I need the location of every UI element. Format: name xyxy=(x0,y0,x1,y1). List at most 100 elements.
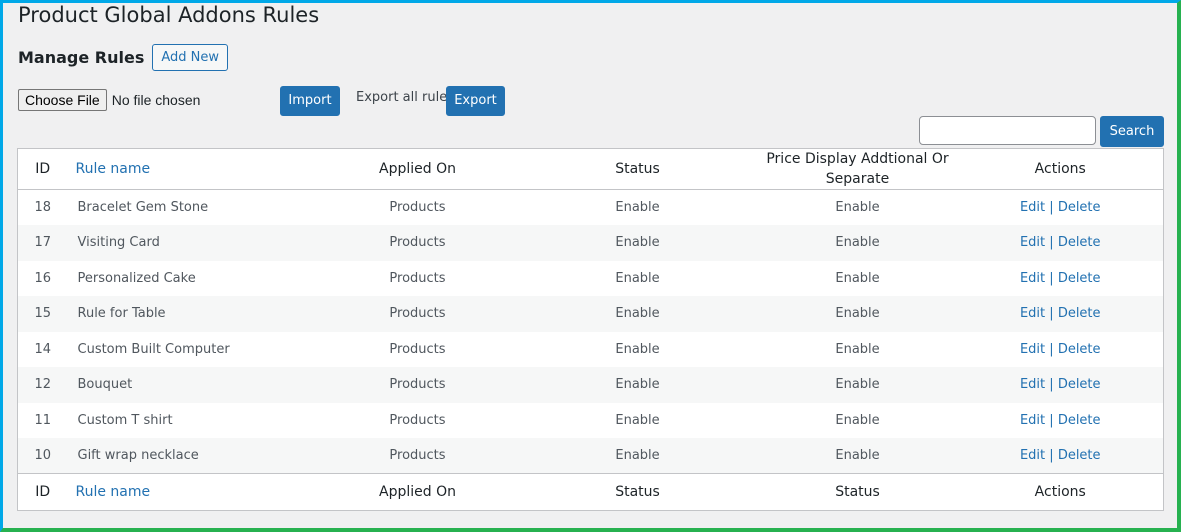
action-separator: | xyxy=(1049,341,1054,357)
table-footer-row: ID Rule name Applied On Status Status Ac… xyxy=(17,473,1164,511)
table-row: 12 Bouquet Products Enable Enable Edit | Dele… xyxy=(17,367,1164,403)
action-separator: | xyxy=(1049,200,1054,215)
column-header-rule-name[interactable]: Rule name xyxy=(67,148,318,190)
delete-link[interactable]: Delete xyxy=(1058,448,1101,463)
column-footer-id: ID xyxy=(17,473,68,511)
export-description: Export all rules. xyxy=(356,90,459,105)
delete-link[interactable]: Delete xyxy=(1058,235,1101,250)
rule-id: 11 xyxy=(34,412,52,428)
column-footer-applied-on: Applied On xyxy=(317,473,518,511)
delete-link[interactable]: Delete xyxy=(1058,200,1101,215)
rule-price-display: Enable xyxy=(835,412,880,428)
rule-name: Custom Built Computer xyxy=(77,341,230,357)
rule-actions: Edit | Delete xyxy=(958,403,1164,439)
rule-status: Enable xyxy=(615,200,660,215)
table-header-row: ID Rule name Applied On Status Price Dis… xyxy=(17,148,1164,190)
rule-applied-on: Products xyxy=(389,412,446,428)
edit-link[interactable]: Edit xyxy=(1020,271,1045,286)
rule-applied-on: Products xyxy=(389,341,446,357)
edit-link[interactable]: Edit xyxy=(1020,342,1045,357)
sort-rule-name-link[interactable]: Rule name xyxy=(76,161,151,177)
choose-file-button[interactable]: Choose File xyxy=(18,89,107,111)
rule-status: Enable xyxy=(517,296,758,332)
rule-price-display: Enable xyxy=(835,200,880,215)
file-status: No file chosen xyxy=(111,92,201,108)
rule-name: Rule for Table xyxy=(67,296,318,332)
column-header-status: Status xyxy=(517,148,758,190)
edit-link[interactable]: Edit xyxy=(1020,448,1045,463)
rule-applied-on: Products xyxy=(389,200,446,215)
rule-name: Bracelet Gem Stone xyxy=(77,200,209,215)
delete-link[interactable]: Delete xyxy=(1058,342,1101,357)
add-new-button[interactable]: Add New xyxy=(152,44,229,71)
rule-price-display: Enable xyxy=(757,296,958,332)
rule-actions: Edit | Delete xyxy=(958,332,1164,368)
column-footer-actions: Actions xyxy=(957,473,1164,511)
manage-rules-header: Manage Rules Add New xyxy=(18,44,229,71)
rule-id: 18 xyxy=(34,200,52,215)
rule-id: 10 xyxy=(17,438,68,474)
rule-id: 15 xyxy=(17,296,68,332)
rule-status: Enable xyxy=(615,412,660,428)
column-header-price-display: Price Display Addtional Or Separate xyxy=(757,148,958,190)
rule-applied-on: Products xyxy=(317,438,518,474)
table-row: 18 Bracelet Gem Stone Products Enable Enable… xyxy=(18,190,1164,226)
action-separator: | xyxy=(1049,448,1054,463)
action-separator: | xyxy=(1049,270,1054,286)
rule-name: Custom T shirt xyxy=(77,412,173,428)
rule-actions: Edit | Delete xyxy=(957,296,1164,332)
column-header-id: ID xyxy=(17,148,68,190)
column-footer-price-display: Status xyxy=(757,473,958,511)
action-separator: | xyxy=(1049,306,1054,322)
delete-link[interactable]: Delete xyxy=(1058,271,1101,286)
rule-applied-on: Products xyxy=(317,296,518,332)
action-separator: | xyxy=(1049,235,1054,251)
table-row: 16 Personalized Cake Products Enable Enable E… xyxy=(18,261,1164,297)
column-header-actions: Actions xyxy=(957,148,1164,190)
rule-id: 12 xyxy=(17,367,68,403)
rule-status: Enable xyxy=(517,225,758,261)
search-input[interactable] xyxy=(919,116,1096,145)
rule-applied-on: Products xyxy=(317,367,518,403)
column-footer-rule-name[interactable]: Rule name xyxy=(67,473,318,511)
edit-link[interactable]: Edit xyxy=(1020,377,1045,392)
rule-price-display: Enable xyxy=(835,270,880,286)
table-row: 14 Custom Built Computer Products Enable Ena… xyxy=(18,332,1164,368)
rule-actions: Edit | Delete xyxy=(958,190,1164,226)
rule-price-display: Enable xyxy=(757,367,958,403)
manage-rules-title: Manage Rules xyxy=(18,48,145,67)
file-upload: Choose File No file chosen xyxy=(18,89,200,111)
rule-status: Enable xyxy=(517,367,758,403)
delete-link[interactable]: Delete xyxy=(1058,377,1101,392)
rule-name: Gift wrap necklace xyxy=(67,438,318,474)
rule-id: 17 xyxy=(17,225,68,261)
export-button[interactable]: Export xyxy=(446,86,505,116)
column-header-applied-on: Applied On xyxy=(317,148,518,190)
rule-status: Enable xyxy=(615,341,660,357)
edit-link[interactable]: Edit xyxy=(1020,306,1045,321)
delete-link[interactable]: Delete xyxy=(1058,413,1101,428)
table-body: 18 Bracelet Gem Stone Products Enable Enable… xyxy=(17,190,1164,474)
action-separator: | xyxy=(1049,412,1054,428)
edit-link[interactable]: Edit xyxy=(1020,235,1045,250)
rule-price-display: Enable xyxy=(757,225,958,261)
rule-price-display: Enable xyxy=(835,341,880,357)
rule-name: Personalized Cake xyxy=(77,270,196,286)
table-row: 15 Rule for Table Products Enable Enable Edit… xyxy=(17,296,1164,332)
rule-actions: Edit | Delete xyxy=(957,367,1164,403)
sort-rule-name-link[interactable]: Rule name xyxy=(76,484,151,500)
rule-status: Enable xyxy=(615,270,660,286)
edit-link[interactable]: Edit xyxy=(1020,200,1045,215)
rule-price-display: Enable xyxy=(757,438,958,474)
delete-link[interactable]: Delete xyxy=(1058,306,1101,321)
import-button[interactable]: Import xyxy=(280,86,340,116)
table-row: 17 Visiting Card Products Enable Enable Edit … xyxy=(17,225,1164,261)
search-button[interactable]: Search xyxy=(1100,116,1164,147)
action-separator: | xyxy=(1049,377,1054,393)
edit-link[interactable]: Edit xyxy=(1020,413,1045,428)
rule-id: 16 xyxy=(34,270,52,286)
rule-actions: Edit | Delete xyxy=(957,438,1164,474)
rule-id: 14 xyxy=(34,341,52,357)
rule-actions: Edit | Delete xyxy=(957,225,1164,261)
rule-status: Enable xyxy=(517,438,758,474)
